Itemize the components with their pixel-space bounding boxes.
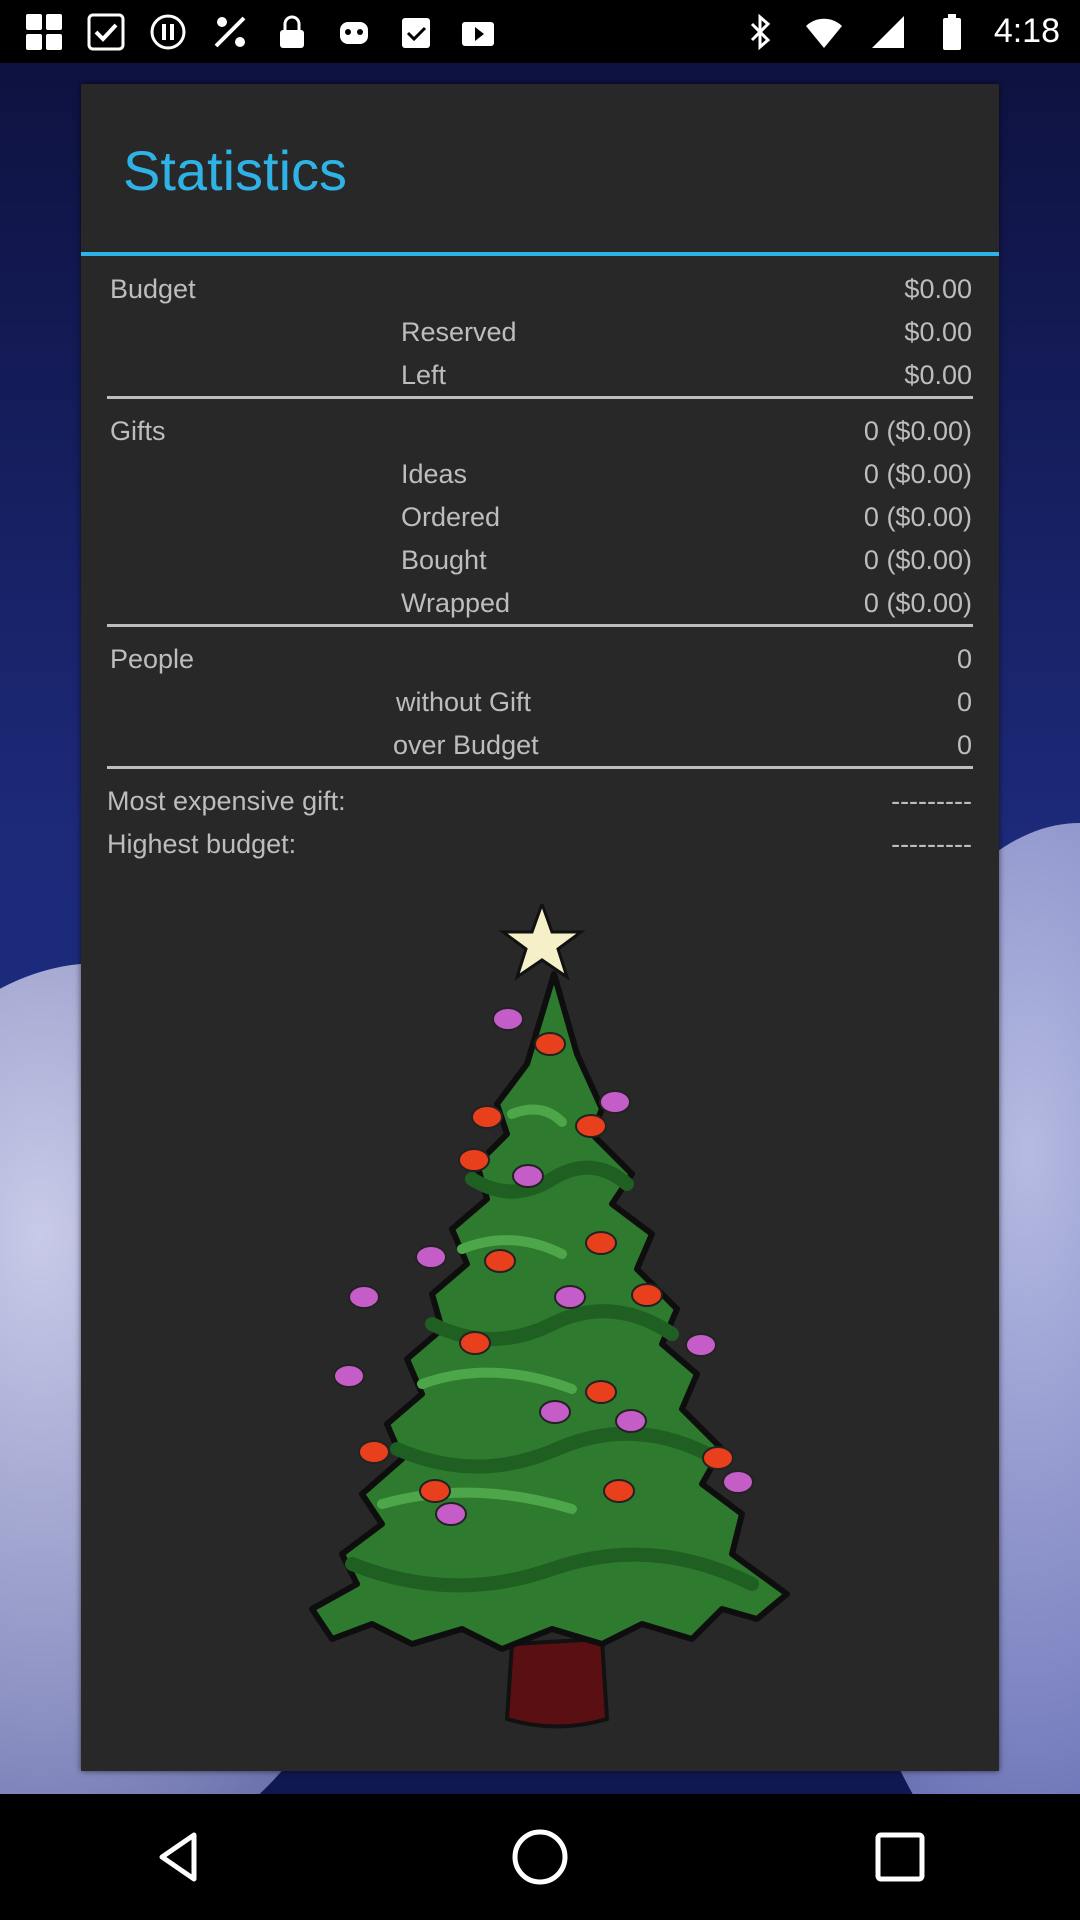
dialog-title: Statistics [123,139,348,202]
ideas-label: Ideas [401,459,468,489]
battery-icon [930,10,974,54]
reserved-label: Reserved [401,317,517,347]
back-icon [159,1832,197,1882]
section-divider [107,396,973,399]
most-expensive-gift-label: Most expensive gift: [107,786,346,816]
without-gift-value: 0 [956,687,972,717]
clock: 4:18 [993,12,1060,50]
gifts-label: Gifts [110,416,166,446]
highest-budget-label: Highest budget: [107,829,297,859]
signal-icon [866,10,910,54]
clipboard-check-icon [394,10,438,54]
section-divider [107,624,973,627]
budget-label: Budget [110,274,196,304]
wifi-icon [802,10,846,54]
robot-icon [332,10,376,54]
gifts-value: 0 ($0.00) [863,416,972,446]
status-bar: 4:18 [0,0,1080,63]
home-icon [512,1829,568,1885]
most-expensive-gift-value: --------- [891,786,972,816]
statistics-dialog: Statistics Budget $0.00 Reserved $0.00 L… [81,84,999,1771]
grid-icon [22,10,66,54]
section-divider [107,766,973,769]
recents-icon [875,1832,925,1882]
signal-tools-icon [208,10,252,54]
budget-value: $0.00 [904,274,972,304]
left-value: $0.00 [904,360,972,390]
wrapped-label: Wrapped [401,588,511,618]
lock-icon [270,10,314,54]
without-gift-label: without Gift [396,687,532,717]
home-button[interactable] [480,1807,600,1907]
recents-button[interactable] [840,1807,960,1907]
ordered-value: 0 ($0.00) [863,502,972,532]
over-budget-label: over Budget [393,730,539,760]
back-button[interactable] [120,1807,240,1907]
title-divider [81,252,999,256]
over-budget-value: 0 [956,730,972,760]
highest-budget-value: --------- [891,829,972,859]
bluetooth-icon [738,10,782,54]
check-square-icon [84,10,128,54]
christmas-tree-illustration [302,899,822,1734]
wrapped-value: 0 ($0.00) [863,588,972,618]
play-store-icon [456,10,500,54]
reserved-value: $0.00 [904,317,972,347]
ordered-label: Ordered [401,502,501,532]
people-value: 0 [956,644,972,674]
people-label: People [110,644,195,674]
left-label: Left [401,360,447,390]
ideas-value: 0 ($0.00) [863,459,972,489]
bought-value: 0 ($0.00) [863,545,972,575]
bought-label: Bought [401,545,487,575]
navigation-bar [0,1794,1080,1920]
pause-circle-icon [146,10,190,54]
